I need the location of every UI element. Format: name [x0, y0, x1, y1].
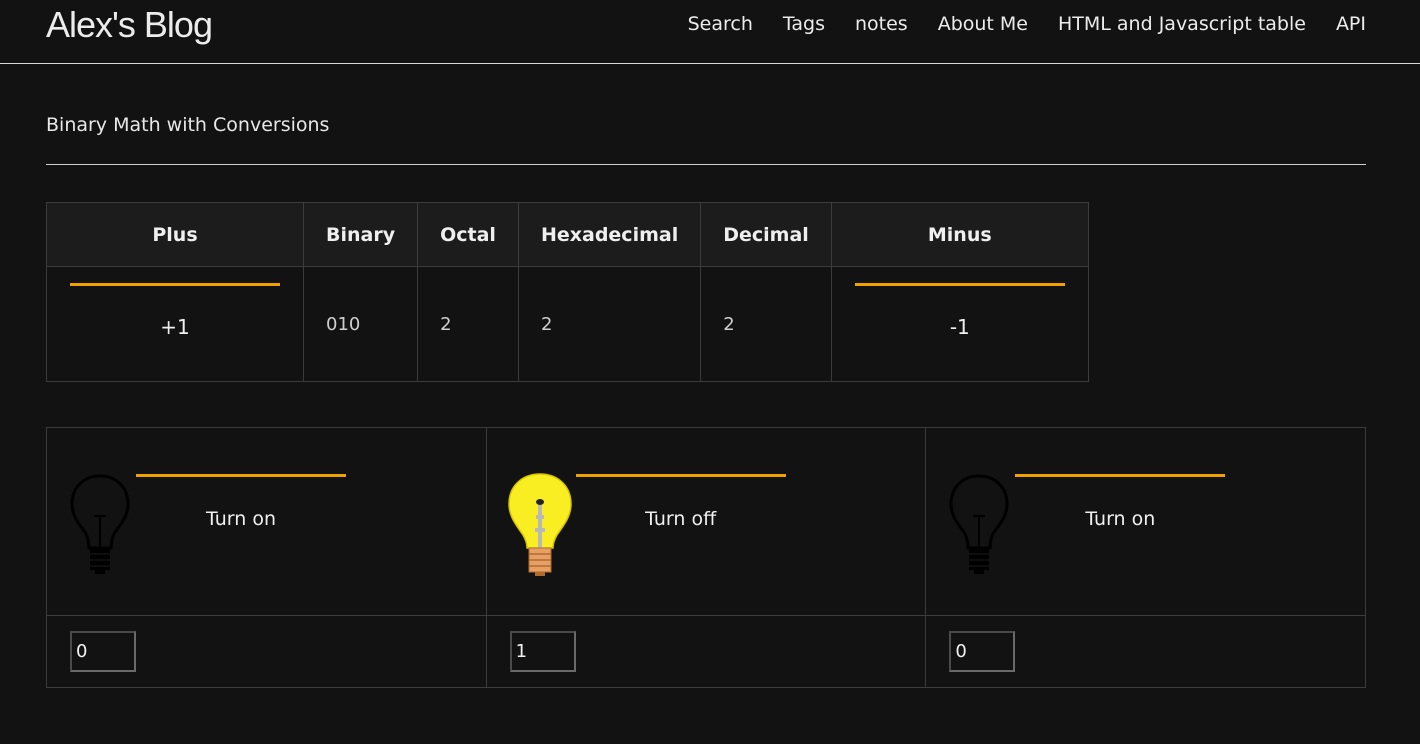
header-hexadecimal: Hexadecimal	[517, 202, 702, 267]
bit-value-input[interactable]	[509, 631, 576, 672]
conversion-header-row: Plus Binary Octal Hexadecimal Decimal Mi…	[46, 202, 1089, 267]
octal-value: 2	[417, 266, 519, 382]
turn-off-button[interactable]: Turn off	[576, 508, 786, 530]
bit-cell-0: Turn on	[46, 427, 487, 616]
toggle-accent-bar	[1015, 474, 1226, 477]
bit-cell-1: Turn off	[485, 427, 927, 616]
site-title-link[interactable]: Alex's Blog	[46, 2, 213, 48]
bit-value-input[interactable]	[70, 631, 136, 672]
bulb-off-icon	[949, 474, 1009, 574]
bulb-on-icon	[507, 473, 572, 576]
nav-link-api[interactable]: API	[1336, 11, 1366, 37]
heading-divider	[46, 164, 1366, 165]
nav-link-html-js-table[interactable]: HTML and Javascript table	[1058, 11, 1306, 37]
turn-on-button[interactable]: Turn on	[1015, 508, 1225, 530]
bit-cell-2: Turn on	[925, 427, 1366, 616]
minus-accent-bar	[854, 283, 1065, 286]
bit-toggle-table: Turn on Turn off Turn on 0 1 0	[46, 427, 1366, 688]
nav-link-search[interactable]: Search	[688, 11, 753, 37]
bit-input-cell-0	[46, 615, 487, 688]
bit-input-cell-2	[925, 615, 1366, 688]
bulb-off-icon	[70, 474, 130, 574]
conversion-table: Plus Binary Octal Hexadecimal Decimal Mi…	[46, 202, 1089, 382]
bulb-row: Turn on Turn off Turn on	[46, 427, 1366, 616]
decimal-value: 2	[700, 266, 832, 382]
main-nav: Search Tags notes About Me HTML and Java…	[658, 11, 1366, 37]
conversion-value-row: +1 010 2 2 2 -1	[46, 266, 1089, 382]
nav-link-notes[interactable]: notes	[855, 11, 908, 37]
header-decimal: Decimal	[700, 202, 832, 267]
bit-input-row	[46, 615, 1366, 688]
toggle-accent-bar	[136, 474, 346, 477]
nav-link-about-me[interactable]: About Me	[938, 11, 1028, 37]
header-minus: Minus	[830, 202, 1089, 267]
header-binary: Binary	[302, 202, 419, 267]
header-plus: Plus	[46, 202, 304, 267]
plus-one-button[interactable]: +1	[46, 266, 304, 382]
binary-value: 010	[302, 266, 419, 382]
toggle-accent-bar	[575, 474, 786, 477]
nav-link-tags[interactable]: Tags	[783, 11, 825, 37]
plus-accent-bar	[70, 283, 280, 286]
bit-input-cell-1	[485, 615, 927, 688]
site-header: Alex's Blog Search Tags notes About Me H…	[0, 0, 1420, 64]
page-heading: Binary Math with Conversions	[46, 114, 330, 136]
plus-one-label: +1	[160, 315, 190, 339]
turn-on-button[interactable]: Turn on	[136, 508, 346, 530]
minus-one-label: -1	[949, 315, 970, 339]
header-octal: Octal	[417, 202, 519, 267]
hexadecimal-value: 2	[517, 266, 702, 382]
minus-one-button[interactable]: -1	[830, 266, 1089, 382]
bit-value-input[interactable]	[949, 631, 1016, 672]
